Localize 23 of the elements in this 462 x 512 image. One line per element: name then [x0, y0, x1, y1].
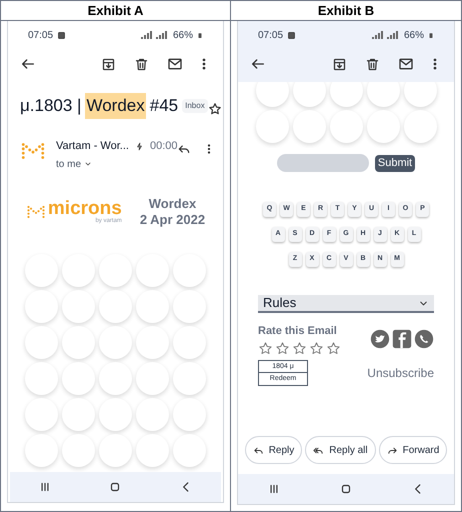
battery-level: 66%	[172, 28, 193, 42]
battery-level: 66%	[404, 28, 424, 42]
rules-dropdown[interactable]: Rules	[258, 295, 434, 313]
recipient-text: to me	[56, 158, 82, 172]
exhibit-title: Exhibit A	[88, 2, 144, 20]
unsubscribe-link[interactable]: Unsubscribe	[367, 364, 434, 382]
highlighted-text: Wordex	[85, 93, 146, 119]
brand-name: microns	[48, 199, 122, 218]
sender-name: Vartam - Wor...	[56, 139, 129, 154]
action-button[interactable]: Reply	[244, 436, 302, 464]
rating-title: Rate this Email	[258, 324, 338, 339]
banner-date: 2 Apr 2022	[140, 212, 206, 228]
action-button[interactable]: Reply all	[305, 436, 376, 464]
action-button[interactable]: Forward	[378, 436, 448, 464]
subject-text: #45	[150, 95, 178, 118]
inbox-label[interactable]: Inbox	[182, 99, 208, 113]
exhibit-title: Exhibit B	[318, 2, 374, 20]
status-time: 07:05	[258, 28, 284, 42]
subject-text: μ.1803 |	[20, 95, 82, 118]
message-time: 00:00	[150, 139, 178, 154]
status-time: 07:05	[28, 28, 54, 42]
banner-heading: Wordex	[148, 196, 196, 212]
submit-button[interactable]: Submit	[374, 154, 416, 172]
